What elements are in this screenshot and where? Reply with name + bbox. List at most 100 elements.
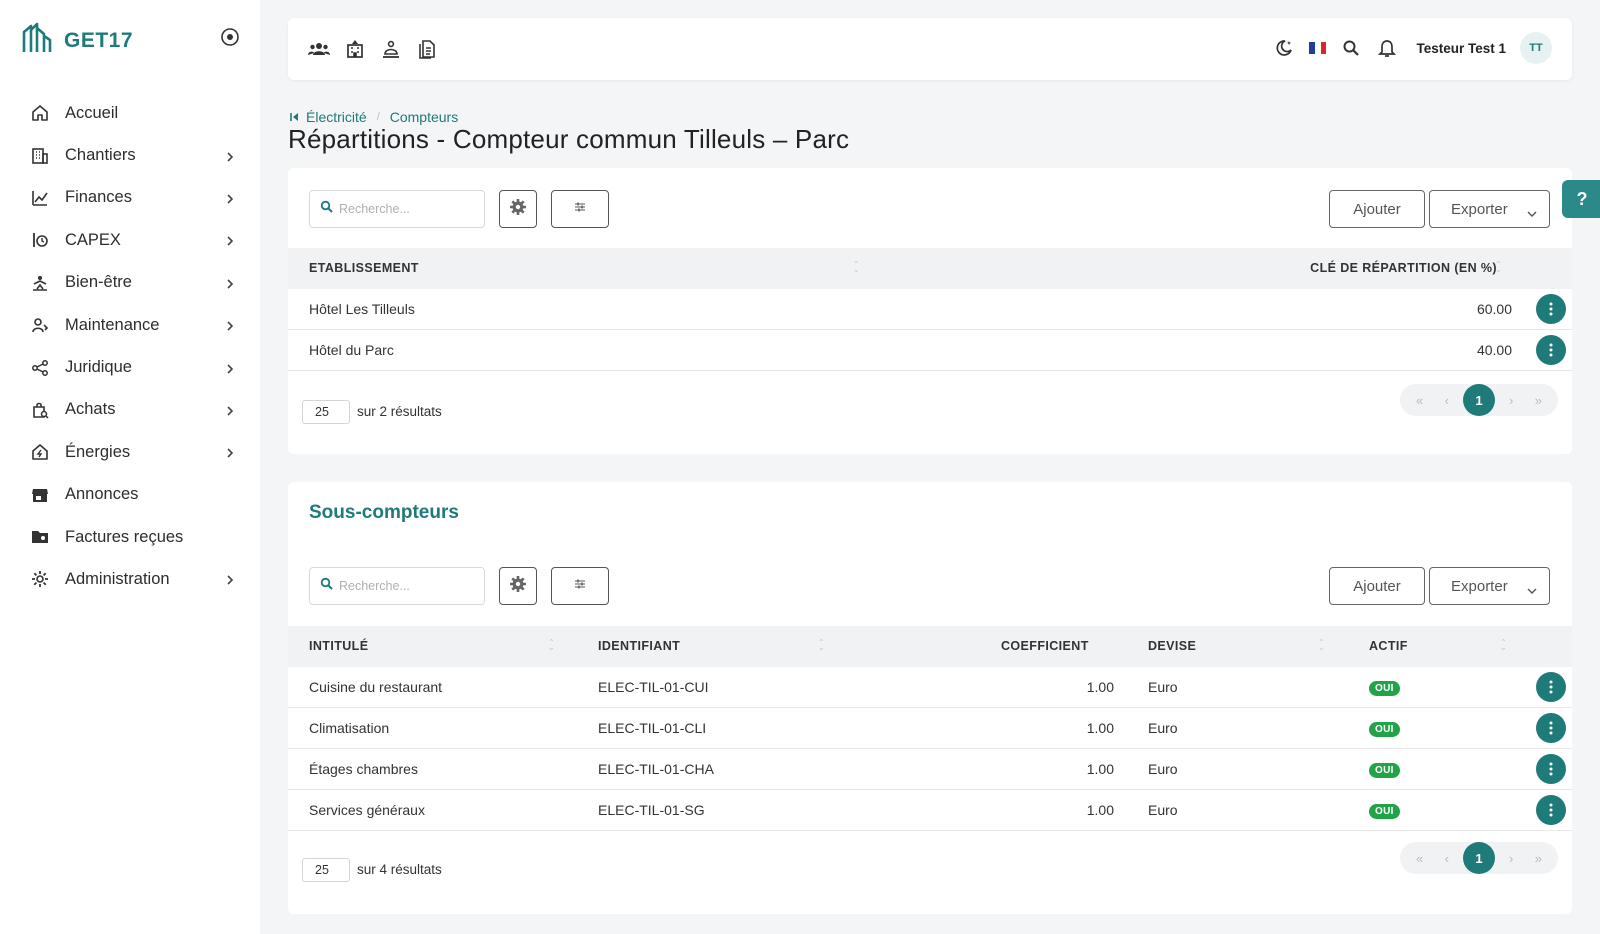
repartitions-add-button[interactable]: Ajouter [1329,190,1425,228]
breadcrumb-current[interactable]: Compteurs [390,109,458,125]
table-row[interactable]: Hôtel du Parc 40.00 [288,330,1572,371]
row-actions-button[interactable] [1536,672,1566,702]
sort-icon[interactable]: ⌃ ⌄ [548,639,555,652]
sidebar-item-chantiers[interactable]: Chantiers [0,134,260,176]
brand-name: GET17 [64,28,134,52]
row-actions-button[interactable] [1536,713,1566,743]
help-button[interactable]: ? [1562,180,1600,218]
pagination: « ‹ 1 › » [1400,384,1558,416]
page-size-select[interactable]: 25 [302,858,350,882]
sous-compteurs-settings-button[interactable] [499,567,537,605]
back-to-start-icon[interactable] [290,109,300,125]
sous-compteurs-add-button[interactable]: Ajouter [1329,567,1425,605]
sous-compteurs-search[interactable] [309,567,485,605]
row-actions-button[interactable] [1536,294,1566,324]
row-actions-button[interactable] [1536,795,1566,825]
first-page-button[interactable]: « [1409,851,1431,866]
next-page-button[interactable]: › [1500,851,1522,866]
shopping-bag-icon [30,400,50,420]
status-badge: OUI [1369,763,1400,778]
sidebar-item-label: Accueil [65,103,119,122]
status-badge: OUI [1369,722,1400,737]
sidebar-item-finances[interactable]: Finances [0,177,260,219]
repartitions-search-input[interactable] [339,202,479,216]
sidebar-item-capex[interactable]: CAPEX [0,219,260,261]
sidebar-item-administration[interactable]: Administration [0,558,260,600]
sort-icon[interactable]: ⌃ ⌄ [1495,261,1502,274]
page-1-button[interactable]: 1 [1462,384,1495,416]
sort-icon[interactable]: ⌃ ⌄ [818,639,825,652]
repartitions-export-button[interactable]: Exporter [1429,190,1550,228]
table-row[interactable]: Étages chambres ELEC-TIL-01-CHA 1.00 Eur… [288,749,1572,790]
chevron-right-icon [224,404,236,416]
sous-compteurs-export-button[interactable]: Exporter [1429,567,1550,605]
sidebar-item-bien-etre[interactable]: Bien-être [0,262,260,304]
sidebar-item-label: Maintenance [65,315,160,334]
sous-compteurs-filter-button[interactable] [551,567,609,605]
cell-coefficient: 1.00 [1086,679,1114,695]
brand[interactable]: GET17 [22,22,133,59]
share-icon [30,358,50,378]
repartitions-card: Ajouter Exporter ETABLISSEMENT ⌃⌄ CLÉ DE… [288,168,1572,454]
documents-icon[interactable] [416,38,438,60]
sous-compteurs-search-input[interactable] [339,579,479,593]
table-row[interactable]: Climatisation ELEC-TIL-01-CLI 1.00 Euro … [288,708,1572,749]
sidebar-item-label: Finances [65,188,132,207]
repartitions-filter-button[interactable] [551,190,609,228]
repartitions-search[interactable] [309,190,485,228]
next-page-button[interactable]: › [1500,393,1522,408]
column-header-intitule[interactable]: INTITULÉ [309,639,368,653]
page-1-button[interactable]: 1 [1462,842,1495,874]
last-page-button[interactable]: » [1527,393,1549,408]
breadcrumb-parent[interactable]: Électricité [306,109,367,125]
first-page-button[interactable]: « [1409,393,1431,408]
cell-intitule: Cuisine du restaurant [309,679,443,695]
table-row[interactable]: Cuisine du restaurant ELEC-TIL-01-CUI 1.… [288,667,1572,708]
chevron-down-icon [1527,205,1537,222]
users-icon[interactable] [308,38,330,60]
row-actions-button[interactable] [1536,335,1566,365]
sidebar-item-factures-recues[interactable]: Factures reçues [0,516,260,558]
results-count: sur 4 résultats [357,862,442,877]
sidebar-item-juridique[interactable]: Juridique [0,346,260,388]
sidebar-item-accueil[interactable]: Accueil [0,92,260,134]
prev-page-button[interactable]: ‹ [1436,851,1458,866]
bell-icon[interactable] [1376,37,1398,59]
export-label: Exporter [1451,200,1508,218]
sidebar-item-achats[interactable]: Achats [0,389,260,431]
dark-mode-icon[interactable] [1273,37,1295,59]
sidebar-item-energies[interactable]: Énergies [0,431,260,473]
reception-bell-icon[interactable] [380,38,402,60]
sidebar-item-label: Administration [65,569,170,588]
column-header-identifiant[interactable]: IDENTIFIANT [598,639,680,653]
prev-page-button[interactable]: ‹ [1436,393,1458,408]
row-actions-button[interactable] [1536,754,1566,784]
french-flag-icon[interactable] [1309,42,1327,54]
user-name[interactable]: Testeur Test 1 [1416,41,1506,56]
maintenance-icon [30,315,50,335]
breadcrumb-separator: / [376,111,380,123]
table-row[interactable]: Services généraux ELEC-TIL-01-SG 1.00 Eu… [288,790,1572,831]
sidebar-item-maintenance[interactable]: Maintenance [0,304,260,346]
cell-cle: 40.00 [1476,342,1512,358]
column-header-devise[interactable]: DEVISE [1148,639,1196,653]
sidebar-item-annonces[interactable]: Annonces [0,474,260,516]
repartitions-settings-button[interactable] [499,190,537,228]
sidebar-item-label: Juridique [65,358,132,377]
table-row[interactable]: Hôtel Les Tilleuls 60.00 [288,289,1572,330]
collapse-sidebar-icon[interactable] [220,27,240,47]
column-header-actif[interactable]: ACTIF [1369,639,1408,653]
avatar[interactable]: TT [1520,32,1552,64]
page-size-select[interactable]: 25 [302,400,350,424]
column-header-cle-repartition[interactable]: CLÉ DE RÉPARTITION (EN %) [1310,261,1497,275]
hotel-building-icon[interactable] [344,38,366,60]
last-page-button[interactable]: » [1527,851,1549,866]
sort-icon[interactable]: ⌃ ⌄ [1318,639,1325,652]
sort-icon[interactable]: ⌃ ⌄ [853,261,860,274]
export-label: Exporter [1451,577,1508,595]
sort-icon[interactable]: ⌃ ⌄ [1500,639,1507,652]
search-icon[interactable] [1340,37,1362,59]
sidebar-nav: Accueil Chantiers Finances CAPEX Bien-êt… [0,92,260,601]
column-header-etablissement[interactable]: ETABLISSEMENT [309,261,419,275]
column-header-coefficient[interactable]: COEFFICIENT [1001,639,1089,653]
